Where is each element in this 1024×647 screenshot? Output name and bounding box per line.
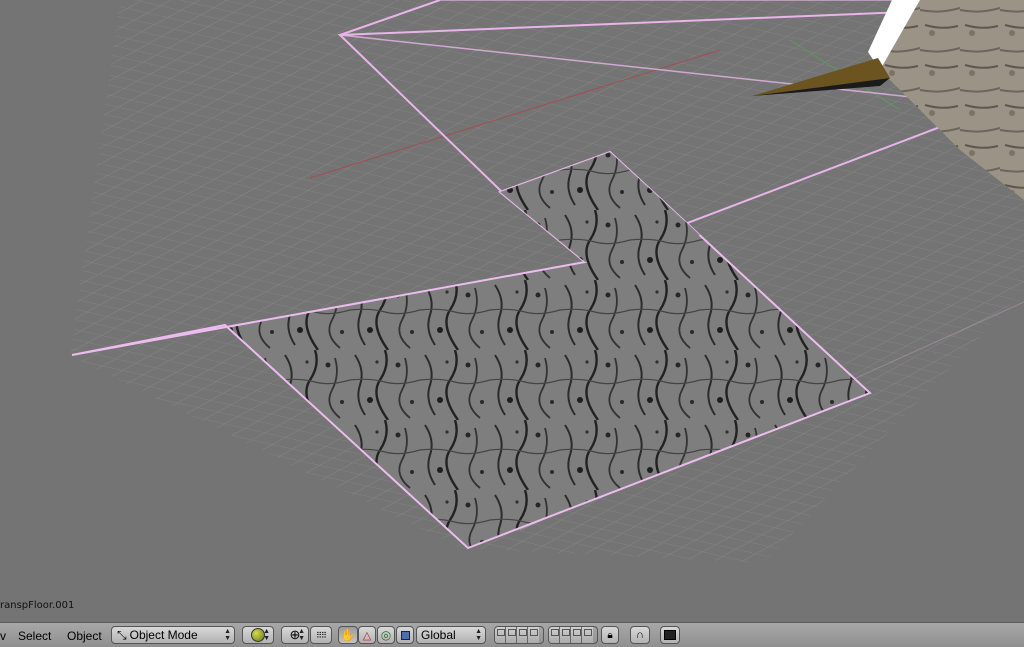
pivot-dots-icon: ⠿⠿ <box>316 630 327 640</box>
translate-manipulator-button[interactable]: △ <box>358 626 376 644</box>
object-name-label: ranspFloor.001 <box>0 600 75 611</box>
render-button[interactable] <box>660 626 680 644</box>
mode-selector[interactable]: ⤡ Object Mode ▲ ▼ <box>111 626 235 644</box>
hand-icon: ✋ <box>340 628 356 642</box>
layer-buttons-group-2[interactable] <box>548 626 598 644</box>
orientation-selector[interactable]: Global ▲ ▼ <box>416 626 486 644</box>
render-icon <box>664 630 676 640</box>
mode-label: Object Mode <box>129 628 198 642</box>
scale-manipulator-icon <box>400 630 410 640</box>
layer-buttons-group-1[interactable] <box>494 626 544 644</box>
scale-manipulator-button[interactable] <box>396 626 414 644</box>
lock-layers-button[interactable]: 🔒︎ <box>601 626 619 644</box>
shading-selector[interactable]: ▲ ▼ <box>242 626 274 644</box>
layer-button[interactable] <box>560 627 571 643</box>
chevron-updown-icon: ▲ ▼ <box>475 628 482 642</box>
rotate-manipulator-button[interactable]: ◎ <box>377 626 395 644</box>
layer-button[interactable] <box>582 627 593 643</box>
snap-button[interactable]: ∩ <box>630 626 650 644</box>
rotate-manipulator-icon: ◎ <box>380 628 392 642</box>
viewport-header: v Select Object ⤡ Object Mode ▲ ▼ ▲ ▼ ⊕ ▲ ▼… <box>0 622 1024 647</box>
viewport-canvas[interactable] <box>0 0 1024 622</box>
layer-button[interactable] <box>528 627 539 643</box>
chevron-updown-icon: ▲ ▼ <box>263 628 270 642</box>
layer-button[interactable] <box>549 627 560 643</box>
layer-button[interactable] <box>571 627 582 643</box>
menu-object[interactable]: Object <box>67 629 102 643</box>
snap-icon: ∩ <box>636 629 644 641</box>
pivot-selector[interactable]: ⊕ ▲ ▼ <box>281 626 309 644</box>
pivot-dots-button[interactable]: ⠿⠿ <box>310 626 332 644</box>
menu-select[interactable]: Select <box>18 629 51 643</box>
translate-manipulator-icon: △ <box>362 629 372 642</box>
lock-icon: 🔒︎ <box>607 629 613 641</box>
chevron-updown-icon: ▲ ▼ <box>224 628 231 642</box>
menu-view[interactable]: v <box>0 629 6 643</box>
orientation-label: Global <box>421 628 456 642</box>
object-mode-icon: ⤡ <box>117 627 127 642</box>
layer-button[interactable] <box>506 627 517 643</box>
layer-button[interactable] <box>495 627 506 643</box>
3d-viewport[interactable]: ranspFloor.001 <box>0 0 1024 622</box>
manipulator-toggle[interactable]: ✋ <box>338 626 358 644</box>
layer-button[interactable] <box>517 627 528 643</box>
chevron-updown-icon: ▲ ▼ <box>298 628 305 642</box>
